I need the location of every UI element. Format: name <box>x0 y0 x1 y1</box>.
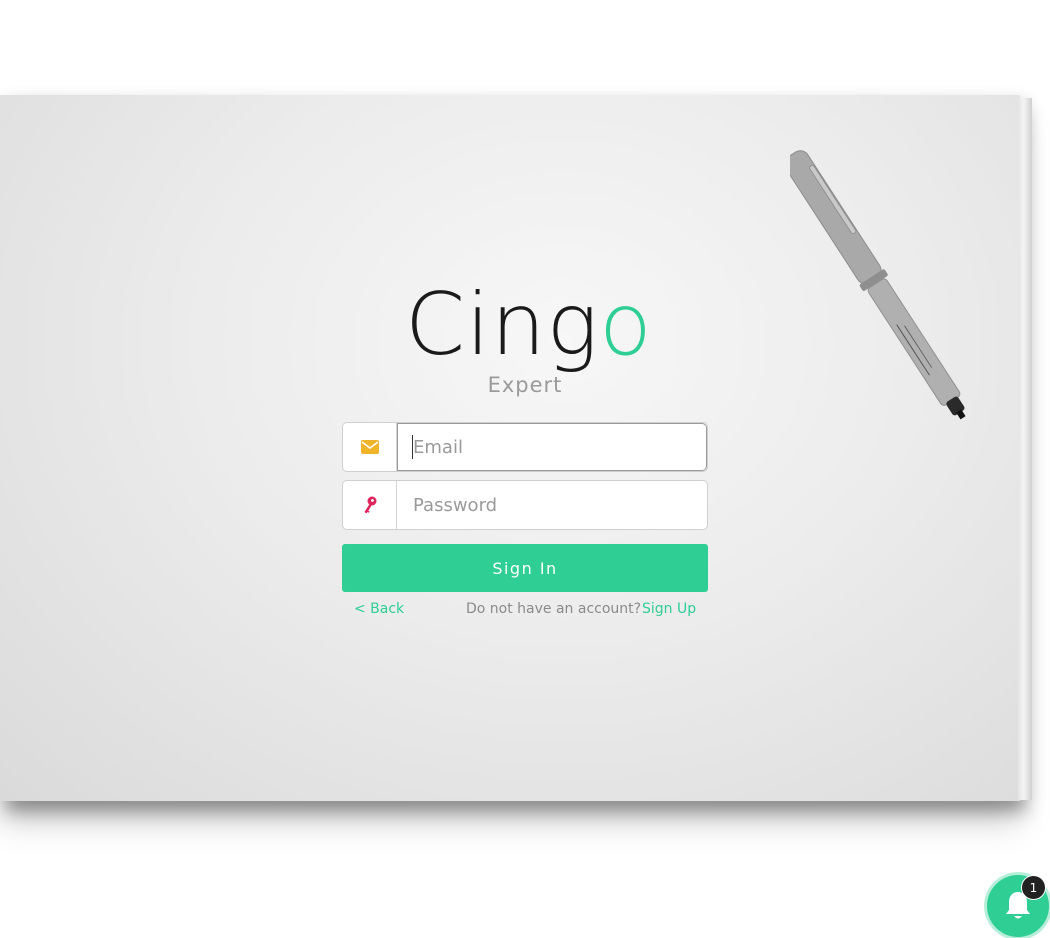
notification-count-badge: 1 <box>1021 875 1046 900</box>
cingo-logo: Cingo <box>405 282 652 378</box>
password-input[interactable] <box>397 481 707 529</box>
envelope-icon <box>360 440 379 454</box>
key-icon <box>364 496 376 514</box>
sign-in-button[interactable]: Sign In <box>342 544 708 592</box>
back-link[interactable]: < Back <box>354 601 404 617</box>
password-field-group <box>342 480 708 530</box>
email-field-group <box>342 422 708 472</box>
email-input[interactable] <box>397 423 707 471</box>
sign-up-link[interactable]: Sign Up <box>642 601 696 617</box>
email-addon <box>343 423 397 471</box>
paper-edge <box>1018 97 1032 801</box>
password-addon <box>343 481 397 529</box>
pen-illustration <box>790 150 966 420</box>
text-cursor <box>412 435 413 459</box>
logo-text-dark: Cing <box>405 275 600 375</box>
no-account-text: Do not have an account? <box>466 601 642 617</box>
logo-text-accent: o <box>599 275 653 375</box>
app-subtitle: Expert <box>487 373 563 397</box>
